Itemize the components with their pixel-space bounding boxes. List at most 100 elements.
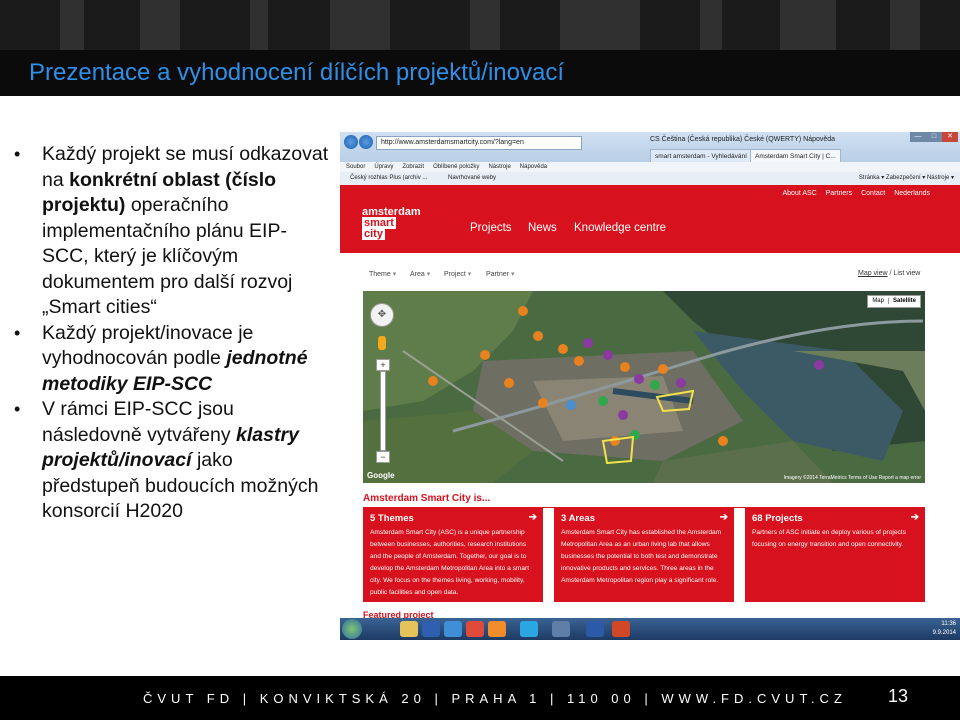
taskbar-clock[interactable]: 11:36 9.9.2014 (933, 620, 956, 638)
map-view-link[interactable]: Map view (858, 270, 888, 277)
filter-label: Theme (369, 271, 391, 278)
taskbar: 11:36 9.9.2014 (340, 618, 960, 640)
bullet-dot: • (14, 144, 21, 164)
header-stripe (250, 0, 268, 50)
word-doc-icon[interactable] (586, 621, 604, 637)
ie-icon[interactable] (444, 621, 462, 637)
bullet-dot: • (14, 322, 21, 343)
filter-bar: Theme ▾ Area ▾ Project ▾ Partner ▾ Map view … (340, 253, 960, 291)
filter-area[interactable]: Area ▾ (410, 270, 430, 278)
nav-news[interactable]: News (528, 222, 557, 234)
explorer-icon[interactable] (400, 621, 418, 637)
nav-knowledge-centre[interactable]: Knowledge centre (574, 222, 666, 234)
header-stripe (890, 0, 920, 50)
filter-partner[interactable]: Partner ▾ (486, 270, 514, 278)
bullet-item: • Každý projekt se musí odkazovat na konk… (14, 142, 332, 321)
forward-icon[interactable] (359, 135, 373, 149)
bullet-text: V rámci EIP-SCC jsou následovně vytvářen… (42, 398, 237, 446)
address-bar[interactable]: http://www.amsterdamsmartcity.com/?lang=… (376, 136, 582, 150)
card-text: Amsterdam Smart City has established the… (561, 529, 722, 584)
site-header: amsterdam smart city Projects News Knowl… (340, 185, 960, 253)
menu-item[interactable]: Zobrazit (402, 164, 424, 170)
header-stripe (60, 0, 84, 50)
taskbar-app-icon[interactable] (552, 621, 570, 637)
project-map[interactable]: Map Satellite ✥ + − Google Imagery ©2014 … (363, 291, 925, 483)
map-copyright: Imagery ©2014 TerraMetrics Terms of Use … (783, 475, 921, 481)
map-type-map[interactable]: Map (868, 298, 888, 304)
browser-tools[interactable]: Stránka ▾ Zabezpečení ▾ Nástroje ▾ (859, 172, 954, 185)
pegman-icon[interactable] (378, 336, 386, 350)
link-about[interactable]: About ASC (782, 190, 816, 197)
bullet-text: Každý projekt/inovace je vyhodnocován po… (42, 321, 254, 370)
card-themes[interactable]: 5 Themes ➔ Amsterdam Smart City (ASC) is… (363, 508, 543, 602)
chrome-icon[interactable] (466, 621, 484, 637)
bullet-dot: • (14, 399, 21, 419)
header-stripe (470, 0, 500, 50)
link-nederlands[interactable]: Nederlands (894, 190, 930, 197)
header-stripe (560, 0, 640, 50)
favorite-link[interactable]: Navrhované weby (448, 172, 496, 185)
back-icon[interactable] (344, 135, 358, 149)
card-areas[interactable]: 3 Areas ➔ Amsterdam Smart City has estab… (554, 508, 734, 602)
filter-theme[interactable]: Theme ▾ (369, 270, 396, 278)
card-projects[interactable]: 68 Projects ➔ Partners of ASC initiate e… (745, 508, 925, 602)
maximize-icon[interactable]: □ (926, 132, 942, 142)
header-stripe (140, 0, 180, 50)
google-logo: Google (367, 471, 395, 480)
card-title: 5 Themes (370, 513, 414, 524)
skype-icon[interactable] (520, 621, 538, 637)
caret-icon: ▾ (426, 271, 431, 278)
minimize-icon[interactable]: — (910, 132, 926, 142)
menu-item[interactable]: Oblíbené položky (433, 164, 479, 170)
view-switch: Map view / List view (858, 270, 921, 277)
slide-title: Prezentace a vyhodnocení dílčích projekt… (29, 59, 564, 86)
clock-time: 11:36 (941, 621, 956, 627)
pan-control-icon[interactable]: ✥ (370, 303, 394, 327)
browser-tab[interactable]: smart amsterdam - Vyhledávání (650, 149, 752, 163)
close-icon[interactable]: ✕ (942, 132, 958, 142)
caret-icon: ▾ (392, 271, 397, 278)
link-contact[interactable]: Contact (861, 190, 885, 197)
filter-label: Partner (486, 271, 509, 278)
header-stripe (780, 0, 836, 50)
featured-project-heading: Featured project (363, 610, 434, 618)
filter-project[interactable]: Project ▾ (444, 270, 471, 278)
favorite-link[interactable]: Český rozhlas Plus (archiv ... (350, 172, 427, 185)
browser-tab[interactable]: Amsterdam Smart City | C... (750, 149, 841, 163)
menu-item[interactable]: Nástroje (488, 164, 510, 170)
powerpoint-icon[interactable] (612, 621, 630, 637)
card-text: Amsterdam Smart City (ASC) is a unique p… (370, 529, 530, 596)
zoom-in-icon[interactable]: + (376, 359, 390, 371)
media-icon[interactable] (488, 621, 506, 637)
section-title: Amsterdam Smart City is... (363, 493, 491, 504)
arrow-right-icon: ➔ (910, 512, 919, 523)
filter-label: Project (444, 271, 466, 278)
arrow-right-icon: ➔ (719, 512, 728, 523)
list-view-link[interactable]: List view (893, 270, 920, 277)
header-stripe (330, 0, 390, 50)
browser-screenshot: http://www.amsterdamsmartcity.com/?lang=… (340, 132, 960, 640)
title-bar: Prezentace a vyhodnocení dílčích projekt… (0, 50, 960, 96)
menu-item[interactable]: Úpravy (374, 164, 393, 170)
header-stripe (700, 0, 722, 50)
link-partners[interactable]: Partners (826, 190, 852, 197)
header-band (0, 0, 960, 50)
nav-projects[interactable]: Projects (470, 222, 512, 234)
word-icon[interactable] (422, 621, 440, 637)
filter-label: Area (410, 271, 425, 278)
zoom-slider[interactable] (380, 371, 386, 451)
bullet-item: • V rámci EIP-SCC jsou následovně vytváře… (14, 397, 332, 525)
menu-item[interactable]: Nápověda (520, 164, 547, 170)
browser-titlebar: http://www.amsterdamsmartcity.com/?lang=… (340, 132, 960, 163)
logo-city: city (362, 228, 385, 240)
map-type-satellite[interactable]: Satellite (887, 298, 920, 304)
start-icon[interactable] (342, 619, 362, 639)
bullet-list: • Každý projekt se musí odkazovat na konk… (14, 142, 332, 525)
site-logo[interactable]: amsterdam smart city (362, 207, 421, 240)
map-type-switch: Map Satellite (867, 295, 921, 308)
menu-item[interactable]: Soubor (346, 164, 365, 170)
clock-date: 9.9.2014 (932, 630, 956, 636)
caret-icon: ▾ (510, 271, 515, 278)
language-bar: CS Čeština (Česká republika) České (QWER… (650, 136, 836, 143)
zoom-out-icon[interactable]: − (376, 451, 390, 463)
